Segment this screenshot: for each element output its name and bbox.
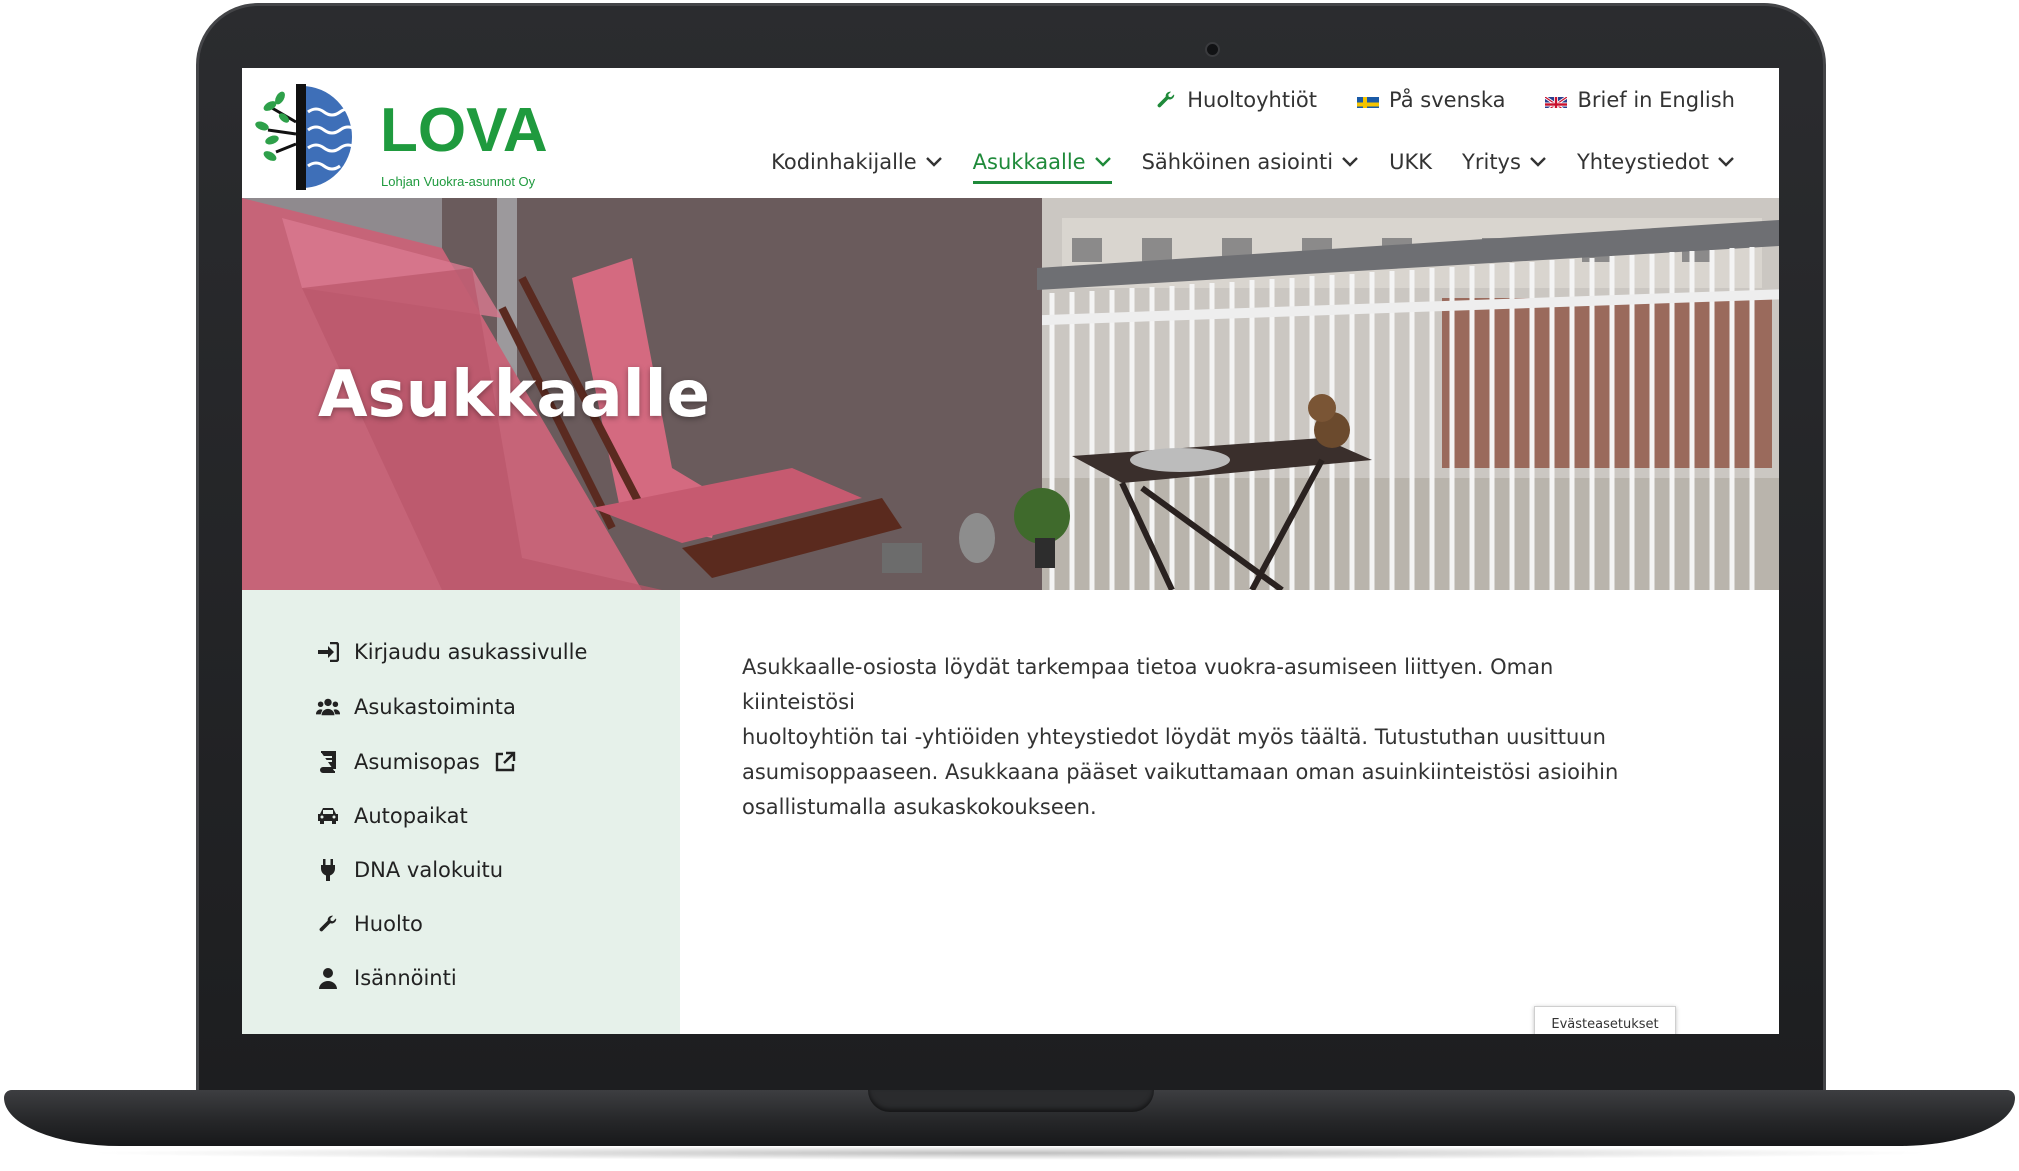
link-label: Huoltoyhtiöt xyxy=(1187,88,1318,112)
nav-ukk[interactable]: UKK xyxy=(1389,150,1432,180)
external-link-icon xyxy=(495,751,516,772)
logo-wordmark: LOVA xyxy=(380,96,548,165)
intro-line: asumisoppaaseen. Asukkaana pääset vaikut… xyxy=(742,760,1619,784)
user-icon xyxy=(316,967,340,989)
wrench-icon xyxy=(1157,91,1175,108)
intro-line: huoltoyhtiön tai -yhtiöiden yhteystiedot… xyxy=(742,725,1606,749)
uk-flag-icon xyxy=(1545,93,1568,108)
sidebar-item-label: DNA valokuitu xyxy=(354,858,504,882)
main-nav: Kodinhakijalle Asukkaalle Sähköinen asio… xyxy=(771,150,1735,184)
link-huoltoyhtiot[interactable]: Huoltoyhtiöt xyxy=(1155,88,1317,112)
chevron-down-icon xyxy=(1718,157,1734,167)
sidebar: Kirjaudu asukassivulle Asukastoiminta As… xyxy=(242,590,680,1034)
sidebar-item-huolto[interactable]: Huolto xyxy=(316,912,423,936)
nav-label: Asukkaalle xyxy=(972,150,1086,174)
laptop-shadow xyxy=(80,1146,1940,1160)
logo-mark-icon xyxy=(255,84,357,190)
sidebar-item-dna-valokuitu[interactable]: DNA valokuitu xyxy=(316,858,503,882)
car-icon xyxy=(316,805,340,827)
nav-label: Sähköinen asiointi xyxy=(1141,150,1334,174)
link-label: Brief in English xyxy=(1577,88,1735,112)
wrench-icon xyxy=(316,913,340,935)
utility-nav: Huoltoyhtiöt På svenska Brief in English xyxy=(1155,88,1735,112)
sidebar-item-label: Isännöinti xyxy=(354,966,457,990)
sidebar-item-kirjaudu[interactable]: Kirjaudu asukassivulle xyxy=(316,640,587,664)
hero-banner: Asukkaalle xyxy=(242,198,1779,590)
chevron-down-icon xyxy=(1094,157,1111,167)
sidebar-item-asukastoiminta[interactable]: Asukastoiminta xyxy=(316,695,516,719)
sidebar-item-autopaikat[interactable]: Autopaikat xyxy=(316,804,468,828)
nav-yritys[interactable]: Yritys xyxy=(1462,150,1547,180)
sidebar-item-isannointi[interactable]: Isännöinti xyxy=(316,966,457,990)
sign-in-icon xyxy=(316,641,340,663)
plug-icon xyxy=(316,859,340,881)
camera xyxy=(1205,42,1220,57)
sidebar-item-asumisopas[interactable]: Asumisopas xyxy=(316,750,516,774)
logo-subtitle: Lohjan Vuokra-asunnot Oy xyxy=(381,174,536,189)
laptop-notch xyxy=(868,1090,1154,1112)
swedish-flag-icon xyxy=(1357,93,1380,108)
nav-asukkaalle[interactable]: Asukkaalle xyxy=(972,150,1112,184)
users-icon xyxy=(316,696,340,718)
chevron-down-icon xyxy=(1530,157,1546,167)
browser-viewport: LOVA Lohjan Vuokra-asunnot Oy Huoltoyhti… xyxy=(242,68,1779,1034)
link-swedish[interactable]: På svenska xyxy=(1357,88,1505,112)
sidebar-item-label: Autopaikat xyxy=(354,804,468,828)
nav-yhteystiedot[interactable]: Yhteystiedot xyxy=(1577,150,1735,180)
site-logo[interactable]: LOVA Lohjan Vuokra-asunnot Oy xyxy=(250,82,555,192)
site-header: LOVA Lohjan Vuokra-asunnot Oy Huoltoyhti… xyxy=(242,68,1779,198)
chevron-down-icon xyxy=(925,157,942,167)
intro-line: Asukkaalle-osiosta löydät tarkempaa tiet… xyxy=(742,655,1554,714)
chevron-down-icon xyxy=(1342,157,1358,167)
sidebar-item-label: Huolto xyxy=(354,912,423,936)
cookie-settings-button[interactable]: Evästeasetukset xyxy=(1534,1006,1676,1034)
nav-sahkoinen-asiointi[interactable]: Sähköinen asiointi xyxy=(1142,150,1360,180)
book-icon xyxy=(316,751,340,773)
sidebar-item-label: Asumisopas xyxy=(354,750,480,774)
nav-kodinhakijalle[interactable]: Kodinhakijalle xyxy=(771,150,943,180)
page-title: Asukkaalle xyxy=(318,358,710,432)
nav-label: Kodinhakijalle xyxy=(771,150,917,174)
nav-label: Yritys xyxy=(1462,150,1521,174)
sidebar-item-label: Kirjaudu asukassivulle xyxy=(354,640,588,664)
intro-text: Asukkaalle-osiosta löydät tarkempaa tiet… xyxy=(742,650,1622,825)
nav-label: Yhteystiedot xyxy=(1576,150,1709,174)
nav-label: UKK xyxy=(1389,150,1433,174)
intro-line: osallistumalla asukaskokoukseen. xyxy=(742,795,1097,819)
sidebar-item-label: Asukastoiminta xyxy=(354,695,516,719)
link-label: På svenska xyxy=(1389,88,1506,112)
link-english[interactable]: Brief in English xyxy=(1545,88,1735,112)
